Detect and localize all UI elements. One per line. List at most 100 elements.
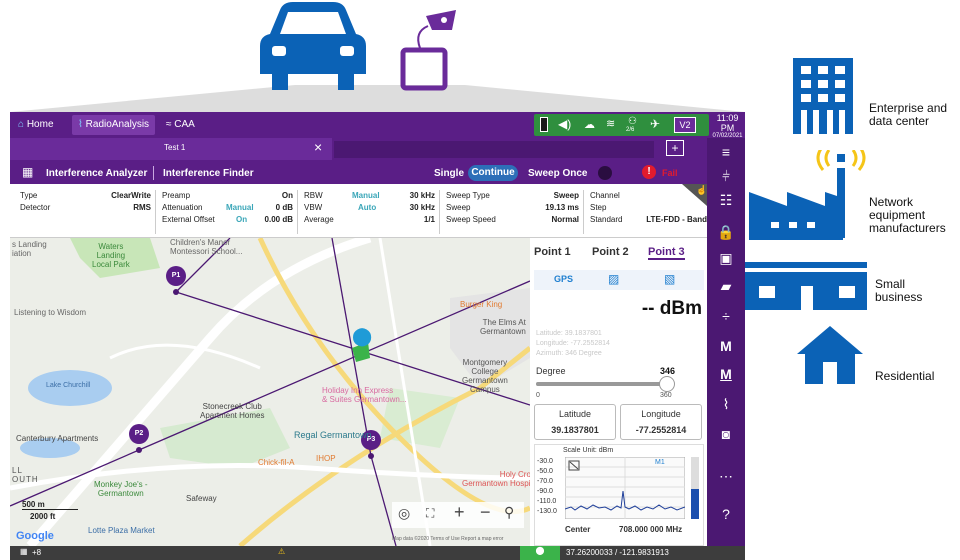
preamp-key: Preamp — [162, 191, 191, 200]
gps-coordinates: 37.26200033 / -121.9831913 — [566, 548, 669, 557]
degree-slider[interactable] — [536, 376, 675, 392]
empty-tab-slot — [334, 141, 654, 158]
test-tab-label: Test 1 — [164, 143, 186, 152]
search-icon[interactable]: ⚲ — [504, 504, 514, 521]
map-pin-icon[interactable]: ▨ — [608, 272, 619, 286]
tab-radioanalysis[interactable]: ⌇ RadioAnalysis — [72, 115, 156, 135]
settings-sliders-icon[interactable]: ⫩ — [707, 168, 745, 185]
longitude-box: Longitude -77.2552814 — [620, 404, 702, 440]
zoom-out-icon[interactable]: − — [480, 502, 491, 523]
record-toggle[interactable] — [598, 166, 612, 180]
param-bandwidth[interactable]: RBW Manual 30 kHz VBW Auto 30 kHz Average 1/1 — [300, 190, 440, 234]
center-label: Center — [565, 525, 591, 534]
test-tab[interactable]: Test 1 × — [10, 138, 332, 160]
scale-meters: 500 m — [22, 500, 78, 510]
divider — [153, 166, 154, 180]
level-bar — [691, 457, 699, 519]
param-input[interactable]: Preamp On Attenuation Manual 0 dB External … — [158, 190, 298, 234]
vbw-value: 30 kHz — [409, 203, 435, 212]
map-label-lake: Lake Churchill — [46, 382, 91, 389]
more-icon[interactable]: ⋯ — [707, 468, 745, 485]
map-label-waters: Waters Landing Local Park — [92, 242, 130, 269]
marker-down-icon[interactable]: M — [707, 338, 745, 354]
tab-point-2[interactable]: Point 2 — [592, 246, 629, 258]
home-label: Home — [26, 119, 54, 130]
legend-residential-label: Residential — [875, 369, 935, 383]
spectrum-plot[interactable] — [565, 457, 685, 519]
map-view[interactable]: ⬤ P1 P2 P3 s Landing iation Waters Landi… — [10, 238, 530, 546]
tab-caa[interactable]: ≈ CAA — [160, 115, 201, 135]
edit-location-icon[interactable]: ▧ — [664, 272, 675, 286]
map-point-p2[interactable]: P2 — [129, 424, 149, 444]
clock: 11:09 PM 07/02/2021 — [710, 113, 745, 139]
fullscreen-icon[interactable]: ⛶ — [426, 506, 434, 521]
caa-icon: ≈ — [166, 119, 172, 130]
trace-icon[interactable]: ⌇ — [707, 396, 745, 413]
folder-icon[interactable]: ▰ — [707, 278, 745, 295]
power-value: -- dBm — [641, 298, 702, 319]
notification-icon[interactable]: ▦ — [20, 547, 28, 556]
location-pin-icon: ⬤ — [352, 326, 373, 346]
sat-count: 2/6 — [626, 127, 635, 133]
target-icon[interactable]: ◎ — [398, 505, 410, 522]
status-icons: ◀) ☁ ≋ ⚇ 2/6 ✈ V2 — [534, 114, 709, 136]
house-icon — [797, 326, 863, 384]
continue-button[interactable]: Continue — [468, 165, 518, 181]
rbw-mode: Manual — [352, 191, 380, 200]
marker-label[interactable]: M1 — [655, 459, 665, 466]
slider-knob[interactable] — [658, 376, 675, 392]
speaker-icon: ◀) — [558, 117, 572, 131]
home-icon: ⌂ — [18, 119, 25, 130]
pulse-icon: ⌇ — [78, 119, 83, 130]
azimuth-line: Azimuth: 346 Degree — [536, 350, 602, 357]
single-button[interactable]: Single — [434, 168, 464, 179]
separator-icon[interactable]: ÷ — [707, 308, 745, 324]
param-sweep[interactable]: Sweep Type Sweep Sweep 19.13 ms Sweep Spee… — [442, 190, 584, 234]
tab-radioanalysis-label: RadioAnalysis — [85, 119, 150, 130]
map-label-monkey: Monkey Joe's - Germantown — [94, 480, 148, 498]
point-panel: Point 1 Point 2 Point 3 GPS ▨ ▧ -- dBm L… — [530, 238, 707, 546]
add-tab-button[interactable]: + — [666, 140, 684, 156]
sweepspeed-value: Normal — [551, 215, 579, 224]
help-icon[interactable]: ? — [707, 506, 745, 522]
fail-status: Fail — [662, 168, 678, 178]
warning-icon[interactable]: ⚠ — [278, 547, 285, 556]
param-trace[interactable]: Type ClearWrite Detector RMS — [16, 190, 156, 234]
tab-point-3[interactable]: Point 3 — [648, 246, 685, 260]
step-key: Step — [590, 203, 607, 212]
longitude-label: Longitude — [641, 409, 681, 419]
camera-icon[interactable]: ◙ — [707, 426, 745, 442]
network-icon: ⚇ — [628, 116, 637, 127]
map-point-p1[interactable]: P1 — [166, 266, 186, 286]
wifi-icon: ≋ — [606, 118, 616, 130]
map-label-safeway: Safeway — [186, 494, 217, 503]
scale-feet: 2000 ft — [30, 512, 56, 521]
sweep-once-button[interactable]: Sweep Once — [528, 168, 587, 179]
marker-icon[interactable]: M — [707, 366, 745, 382]
degree-label: Degree — [536, 366, 566, 376]
map-label-holiday: Holiday Inn Express & Suites Germantown.… — [322, 386, 407, 404]
y-tick: -70.0 — [537, 478, 553, 485]
save-icon[interactable]: ▣ — [707, 250, 745, 267]
latitude-label: Latitude — [558, 409, 592, 419]
map-label-ihop: IHOP — [316, 454, 336, 463]
degree-value: 346 — [660, 366, 676, 376]
zoom-in-icon[interactable]: + — [454, 502, 465, 523]
menu-icon[interactable]: ≡ — [707, 144, 745, 160]
map-graphics — [10, 238, 530, 546]
atten-key: Attenuation — [162, 203, 203, 212]
parameters-icon[interactable]: ☷ — [707, 192, 745, 209]
y-tick: -50.0 — [537, 468, 553, 475]
map-label-stonecreek: Stonecreek Club Apartment Homes — [200, 402, 265, 420]
standard-value: LTE-FDD - Band — [646, 215, 707, 224]
atten-mode: Manual — [226, 203, 254, 212]
clock-time: 11:09 PM — [716, 113, 739, 133]
tab-point-1[interactable]: Point 1 — [534, 246, 571, 258]
legend-small-label: Small business — [875, 277, 923, 304]
lock-icon[interactable]: 🔒 — [707, 224, 745, 241]
home-tab[interactable]: ⌂ Home — [12, 115, 60, 135]
sweep-value: 19.13 ms — [545, 203, 579, 212]
gps-button[interactable]: GPS — [554, 274, 573, 284]
apps-grid-icon[interactable]: ▦ — [22, 165, 33, 179]
close-icon[interactable]: × — [314, 139, 322, 155]
